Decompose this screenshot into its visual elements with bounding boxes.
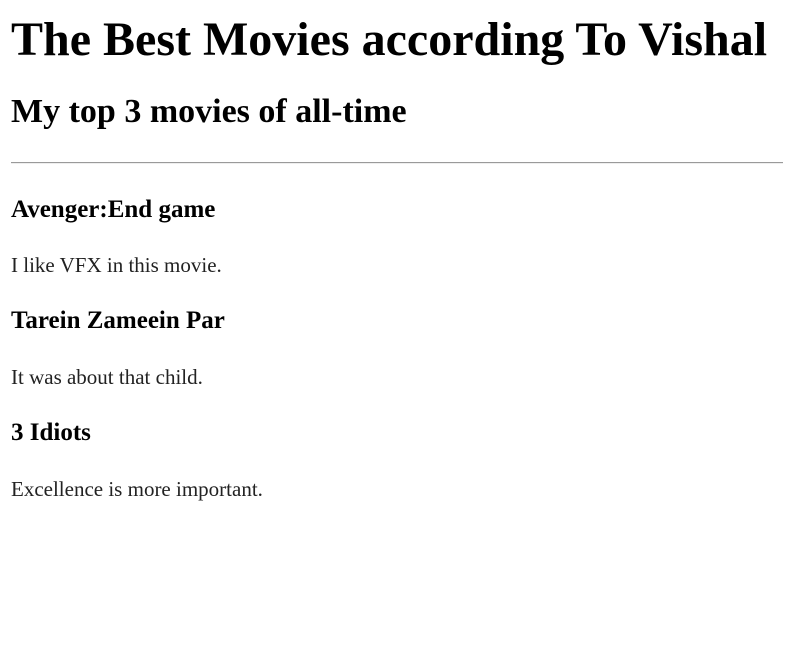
movie-list: Avenger:End game I like VFX in this movi… [11, 195, 783, 502]
divider [11, 162, 783, 164]
page-subtitle: My top 3 movies of all-time [11, 93, 407, 130]
movie-title: Avenger:End game [11, 196, 216, 223]
page-title: The Best Movies according To Vishal [11, 13, 768, 66]
movie-title: 3 Idiots [11, 419, 91, 446]
page-content: The Best Movies according To Vishal My t… [0, 12, 787, 502]
movie-description: It was about that child. [11, 365, 203, 389]
movie-description: Excellence is more important. [11, 477, 263, 501]
movie-description: I like VFX in this movie. [11, 253, 222, 277]
movie-title: Tarein Zameein Par [11, 307, 225, 334]
